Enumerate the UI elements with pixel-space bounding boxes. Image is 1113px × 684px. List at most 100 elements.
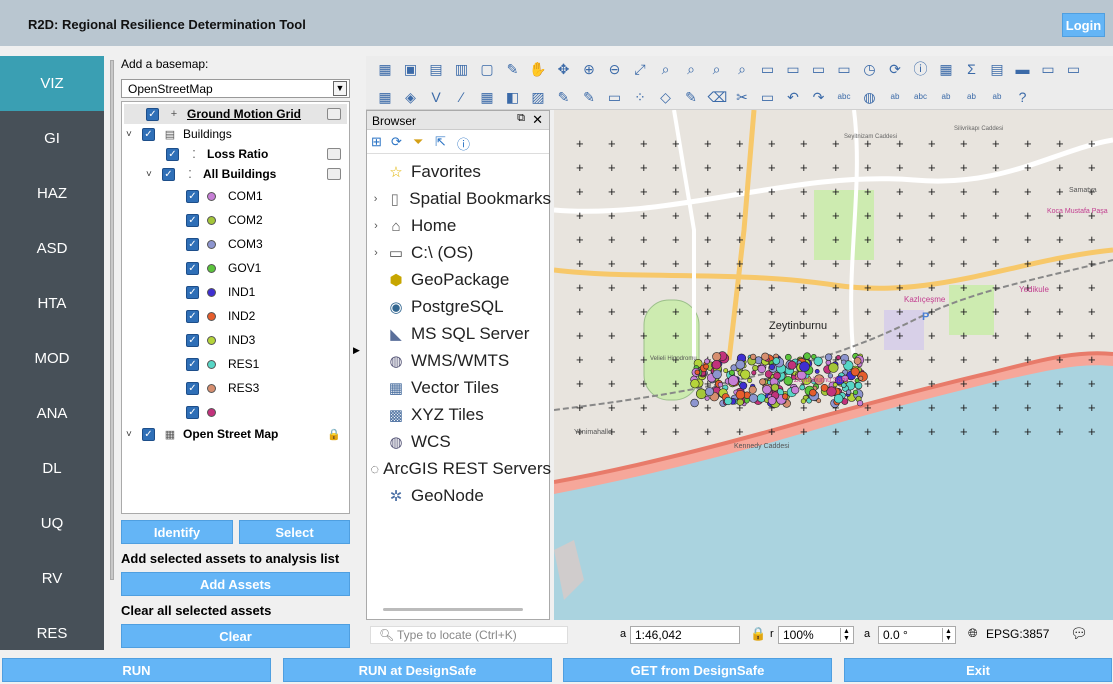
building-point[interactable]: [800, 398, 806, 404]
edit-tool-8-icon[interactable]: ✎: [580, 88, 598, 106]
nav-tool-10-icon[interactable]: ⤢: [631, 60, 649, 78]
building-point[interactable]: [728, 369, 735, 376]
collapse-all-icon[interactable]: ⇱: [435, 134, 446, 150]
edit-tool-12-icon[interactable]: ✎: [682, 88, 700, 106]
chevron-down-icon[interactable]: ˅: [146, 169, 158, 180]
building-point[interactable]: [814, 368, 820, 374]
spinbox-arrows-icon[interactable]: ▲ ▼: [942, 628, 954, 642]
checkbox-checked-icon[interactable]: ✓: [186, 333, 199, 347]
edit-tool-20-icon[interactable]: ab: [886, 88, 904, 106]
building-point[interactable]: [803, 352, 811, 360]
lock-icon[interactable]: 🔒: [327, 428, 341, 441]
building-point[interactable]: [748, 385, 757, 394]
checkbox-checked-icon[interactable]: ✓: [142, 127, 155, 141]
edit-tool-22-icon[interactable]: ab: [937, 88, 955, 106]
sidebar-item-res[interactable]: RES: [0, 606, 104, 661]
nav-tool-11-icon[interactable]: ⌕: [657, 60, 675, 78]
locate-input[interactable]: 🔍︎ Type to locate (Ctrl+K): [370, 626, 568, 644]
checkbox-checked-icon[interactable]: ✓: [186, 189, 199, 203]
building-point[interactable]: [759, 378, 766, 386]
building-point[interactable]: [813, 356, 823, 366]
checkbox-checked-icon[interactable]: ✓: [162, 167, 175, 181]
building-point[interactable]: [736, 398, 744, 406]
nav-tool-20-icon[interactable]: ⟳: [886, 60, 904, 78]
edit-tool-7-icon[interactable]: ✎: [555, 88, 573, 106]
nav-tool-0-icon[interactable]: ▦: [376, 60, 394, 78]
building-point[interactable]: [767, 396, 777, 405]
sidebar-item-hta[interactable]: HTA: [0, 276, 104, 331]
sidebar-item-dl[interactable]: DL: [0, 441, 104, 496]
edit-tool-21-icon[interactable]: abc: [912, 88, 930, 106]
chevron-right-icon[interactable]: ›: [367, 247, 385, 259]
building-point[interactable]: [762, 385, 772, 395]
nav-tool-27-icon[interactable]: ▭: [1065, 60, 1083, 78]
layer-style-icon[interactable]: [327, 108, 341, 120]
float-panel-icon[interactable]: ⧉: [517, 112, 525, 125]
edit-tool-5-icon[interactable]: ◧: [504, 88, 522, 106]
class-row-ind1[interactable]: ✓ IND1: [186, 282, 255, 302]
building-point[interactable]: [705, 387, 715, 397]
edit-tool-3-icon[interactable]: ∕: [453, 88, 471, 106]
building-point[interactable]: [773, 372, 781, 380]
building-point[interactable]: [785, 353, 792, 361]
building-point[interactable]: [799, 384, 806, 391]
browser-item-xyz-tiles[interactable]: ▩ XYZ Tiles: [367, 402, 551, 428]
sidebar-item-rv[interactable]: RV: [0, 551, 104, 606]
edit-tool-16-icon[interactable]: ↶: [784, 88, 802, 106]
class-row-com2[interactable]: ✓ COM2: [186, 210, 263, 230]
edit-tool-24-icon[interactable]: ab: [988, 88, 1006, 106]
exit-button[interactable]: Exit: [844, 658, 1112, 682]
layer-ground-motion-grid[interactable]: ✓ + Ground Motion Grid: [124, 104, 347, 124]
browser-item-c-os[interactable]: › ▭ C:\ (OS): [367, 240, 551, 266]
class-row-res3[interactable]: ✓ RES3: [186, 378, 259, 398]
building-point[interactable]: [735, 359, 746, 370]
chevron-down-icon[interactable]: ▼: [333, 81, 347, 96]
login-button[interactable]: Login: [1062, 13, 1105, 37]
building-point[interactable]: [782, 393, 789, 400]
nav-tool-14-icon[interactable]: ⌕: [733, 60, 751, 78]
panel-splitter[interactable]: [110, 60, 114, 580]
get-from-designsafe-button[interactable]: GET from DesignSafe: [563, 658, 832, 682]
class-row-com1[interactable]: ✓ COM1: [186, 186, 263, 206]
class-row-res1[interactable]: ✓ RES1: [186, 354, 259, 374]
building-point[interactable]: [771, 383, 779, 392]
building-point[interactable]: [783, 376, 793, 386]
class-row-unnamed[interactable]: ✓: [186, 402, 228, 422]
checkbox-checked-icon[interactable]: ✓: [186, 381, 199, 395]
layer-loss-ratio[interactable]: ✓ ⁚ Loss Ratio: [166, 144, 347, 164]
nav-tool-25-icon[interactable]: ▬: [1014, 60, 1032, 78]
lock-scale-icon[interactable]: 🔒: [750, 626, 766, 642]
nav-tool-12-icon[interactable]: ⌕: [682, 60, 700, 78]
run-button[interactable]: RUN: [2, 658, 271, 682]
basemap-select[interactable]: OpenStreetMap ▼: [121, 79, 350, 98]
nav-tool-19-icon[interactable]: ◷: [861, 60, 879, 78]
building-point[interactable]: [828, 362, 839, 373]
edit-tool-10-icon[interactable]: ⁘: [631, 88, 649, 106]
building-point[interactable]: [761, 352, 770, 361]
edit-tool-2-icon[interactable]: V: [427, 88, 445, 106]
map-canvas[interactable]: + + + + + + + + + + + + + + + + + + + + + + + + + + + + + + + + + + + + + + + +…: [554, 110, 1113, 620]
building-point[interactable]: [857, 400, 864, 407]
layer-all-buildings[interactable]: ˅ ✓ ⁚ All Buildings: [146, 164, 347, 184]
checkbox-checked-icon[interactable]: ✓: [186, 405, 199, 419]
building-point[interactable]: [712, 369, 722, 380]
building-point[interactable]: [711, 360, 722, 370]
nav-tool-22-icon[interactable]: ▦: [937, 60, 955, 78]
building-point[interactable]: [791, 385, 800, 395]
filter-icon[interactable]: ⏷: [413, 134, 423, 150]
sidebar-item-gi[interactable]: GI: [0, 111, 104, 166]
nav-tool-3-icon[interactable]: ▥: [453, 60, 471, 78]
sidebar-item-haz[interactable]: HAZ: [0, 166, 104, 221]
class-row-ind2[interactable]: ✓ IND2: [186, 306, 255, 326]
building-point[interactable]: [841, 359, 847, 365]
edit-tool-6-icon[interactable]: ▨: [529, 88, 547, 106]
edit-tool-0-icon[interactable]: ▦: [376, 88, 394, 106]
building-point[interactable]: [696, 388, 707, 400]
sidebar-item-uq[interactable]: UQ: [0, 496, 104, 551]
edit-tool-17-icon[interactable]: ↷: [810, 88, 828, 106]
edit-tool-11-icon[interactable]: ◇: [657, 88, 675, 106]
building-point[interactable]: [853, 357, 862, 365]
horizontal-scrollbar[interactable]: [383, 608, 523, 611]
building-point[interactable]: [703, 363, 709, 370]
rotation-field[interactable]: 0.0 ° ▲ ▼: [878, 626, 956, 644]
